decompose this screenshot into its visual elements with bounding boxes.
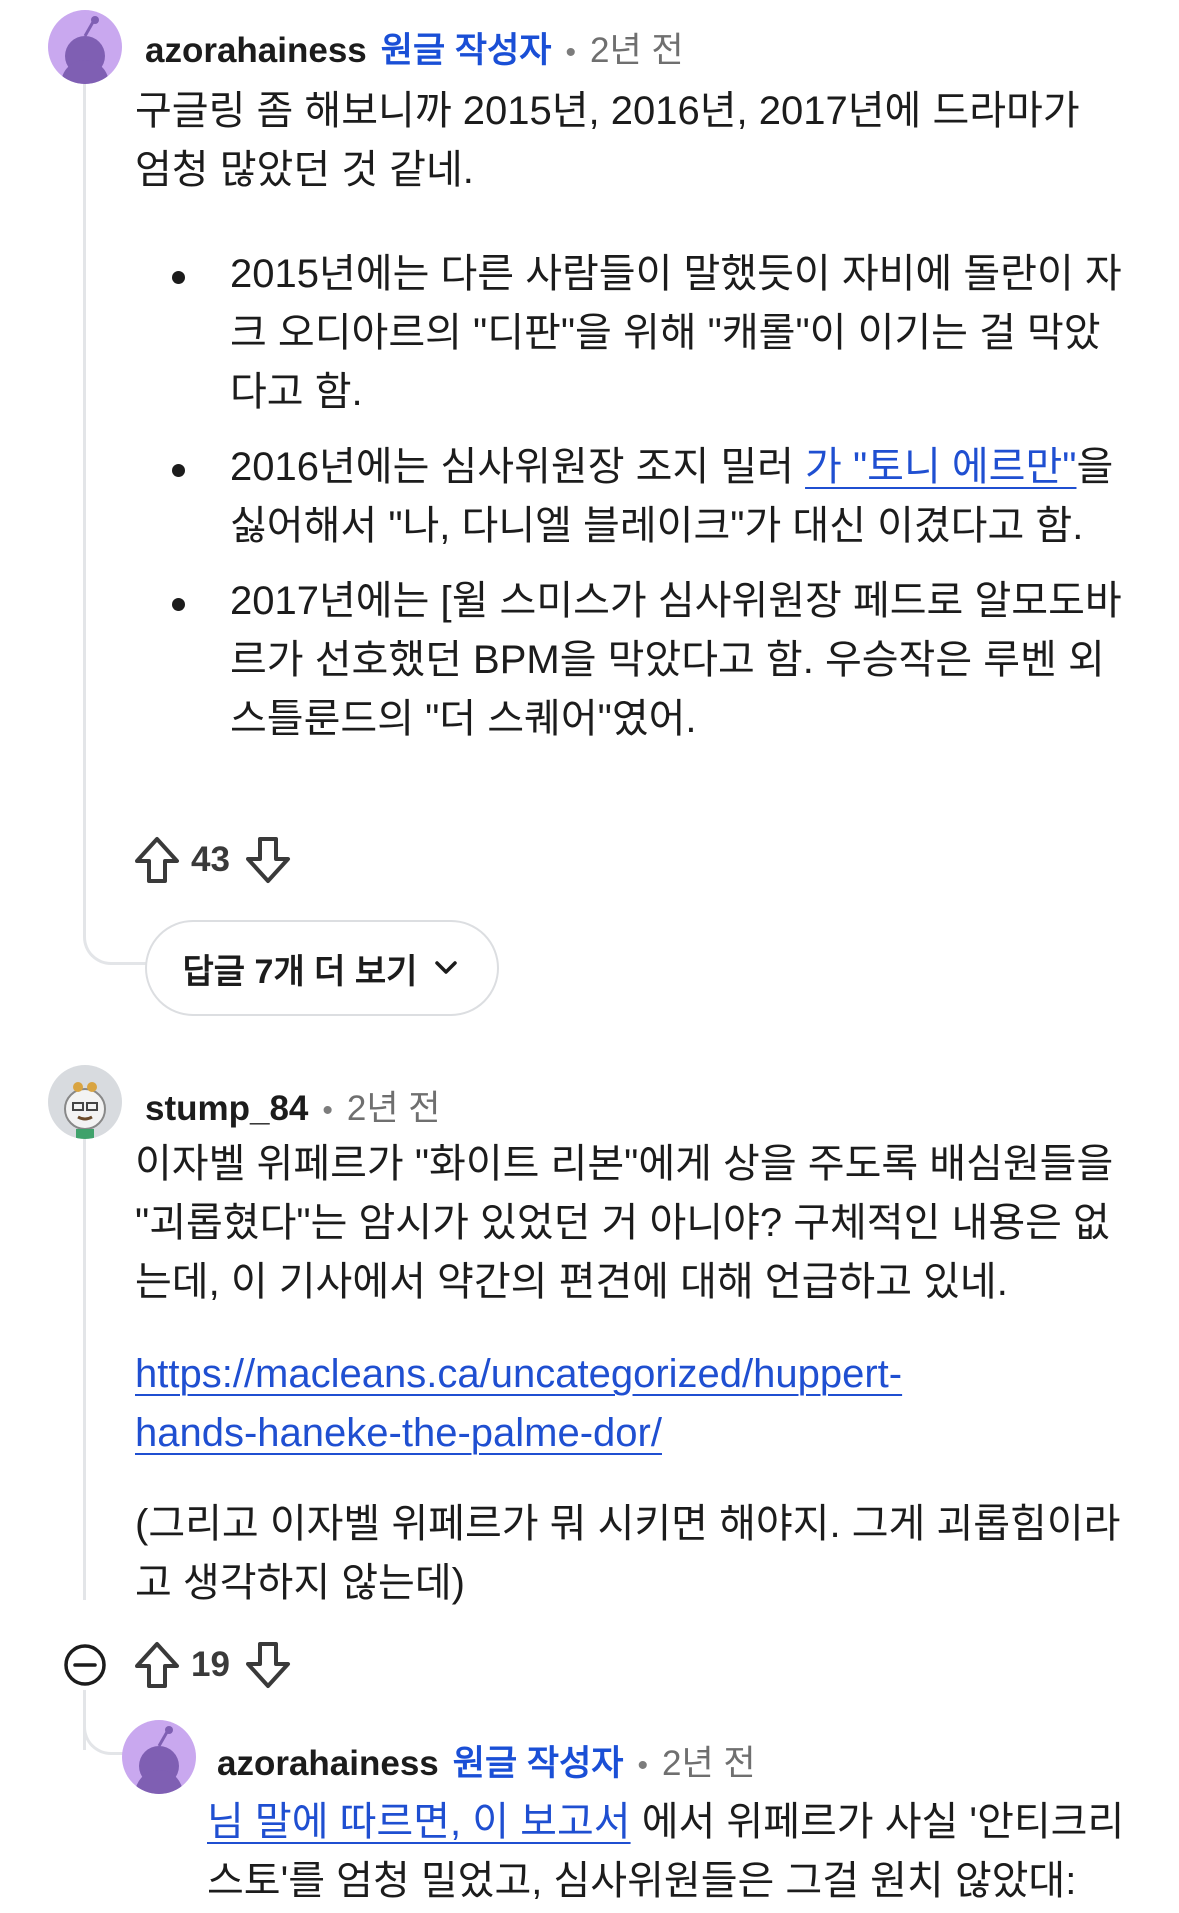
comment-body: 구글링 좀 해보니까 2015년, 2016년, 2017년에 드라마가 엄청 … bbox=[135, 82, 1145, 200]
comment-body: 이자벨 위페르가 "화이트 리본"에게 상을 주도록 배심원들을 "괴롭혔다"는… bbox=[135, 1135, 1140, 1312]
list-item-text: 2017년에는 [윌 스미스가 심사위원장 페드로 알모도바르가 선호했던 BP… bbox=[230, 579, 1122, 741]
vote-count: 43 bbox=[191, 840, 230, 879]
chevron-down-icon bbox=[435, 961, 458, 974]
list-item: 2015년에는 다른 사람들이 말했듯이 자비에 돌란이 자크 오디아르의 "디… bbox=[135, 245, 1135, 422]
vote-bar: 19 bbox=[133, 1640, 292, 1690]
comment-body: 님 말에 따르면, 이 보고서 에서 위페르가 사실 '안티크리스토'를 엄청 … bbox=[207, 1793, 1152, 1911]
comment-meta: stump_84 • 2년 전 bbox=[145, 1080, 441, 1131]
comment-text-line: 엄청 많았던 것 같네. bbox=[135, 148, 474, 192]
snoo-avatar-icon bbox=[64, 1082, 106, 1139]
article-link[interactable]: hands-haneke-the-palme-dor/ bbox=[135, 1411, 662, 1455]
op-badge: 원글 작성자 bbox=[380, 31, 552, 70]
username[interactable]: azorahainess bbox=[217, 1744, 439, 1784]
report-link[interactable]: 님 말에 따르면, 이 보고서 bbox=[207, 1800, 631, 1844]
avatar[interactable] bbox=[122, 1720, 196, 1794]
upvote-icon[interactable] bbox=[133, 835, 181, 885]
timestamp[interactable]: 2년 전 bbox=[662, 1735, 756, 1786]
list-item-text: 2015년에는 다른 사람들이 말했듯이 자비에 돌란이 자크 오디아르의 "디… bbox=[230, 252, 1122, 414]
upvote-icon[interactable] bbox=[133, 1640, 181, 1690]
comment-text: 이자벨 위페르가 "화이트 리본"에게 상을 주도록 배심원들을 "괴롭혔다"는… bbox=[135, 1142, 1114, 1304]
username[interactable]: azorahainess bbox=[145, 31, 367, 71]
list-item-text: 2016년에는 심사위원장 조지 밀러 bbox=[230, 445, 806, 489]
avatar[interactable] bbox=[48, 10, 122, 84]
username[interactable]: stump_84 bbox=[145, 1089, 308, 1129]
more-replies-button[interactable]: 답글 7개 더 보기 bbox=[145, 920, 499, 1016]
list-item: 2016년에는 심사위원장 조지 밀러 가 "토니 에르만"을 싫어해서 "나,… bbox=[135, 438, 1135, 556]
separator-dot: • bbox=[565, 36, 577, 69]
inline-link[interactable]: 가 "토니 에르만" bbox=[805, 445, 1076, 489]
bullet-list: 2015년에는 다른 사람들이 말했듯이 자비에 돌란이 자크 오디아르의 "디… bbox=[135, 245, 1135, 765]
vote-bar: 43 bbox=[133, 835, 292, 885]
list-item: 2017년에는 [윌 스미스가 심사위원장 페드로 알모도바르가 선호했던 BP… bbox=[135, 572, 1135, 749]
vote-count: 19 bbox=[191, 1645, 230, 1684]
collapse-button[interactable] bbox=[63, 1643, 107, 1687]
snoo-avatar-icon bbox=[61, 16, 109, 84]
thread-connector bbox=[83, 1700, 126, 1755]
more-replies-label: 답글 7개 더 보기 bbox=[182, 952, 418, 991]
comment-meta: azorahainess 원글 작성자 • 2년 전 bbox=[145, 22, 684, 73]
comment-text-line: 구글링 좀 해보니까 2015년, 2016년, 2017년에 드라마가 bbox=[135, 89, 1080, 133]
collapse-minus-icon bbox=[64, 1644, 106, 1686]
comment-meta: azorahainess 원글 작성자 • 2년 전 bbox=[217, 1735, 756, 1786]
comment-aside: (그리고 이자벨 위페르가 뭐 시키면 해야지. 그게 괴롭힘이라고 생각하지 … bbox=[135, 1495, 1140, 1613]
op-badge: 원글 작성자 bbox=[452, 1744, 624, 1783]
timestamp[interactable]: 2년 전 bbox=[347, 1080, 441, 1131]
comment-text: (그리고 이자벨 위페르가 뭐 시키면 해야지. 그게 괴롭힘이라고 생각하지 … bbox=[135, 1502, 1121, 1605]
downvote-icon[interactable] bbox=[244, 1640, 292, 1690]
avatar[interactable] bbox=[48, 1065, 122, 1139]
thread-line bbox=[83, 78, 86, 928]
article-link[interactable]: https://macleans.ca/uncategorized/hupper… bbox=[135, 1352, 902, 1396]
downvote-icon[interactable] bbox=[244, 835, 292, 885]
thread-line bbox=[83, 1120, 86, 1600]
timestamp[interactable]: 2년 전 bbox=[590, 22, 684, 73]
separator-dot: • bbox=[322, 1094, 333, 1127]
comment-link-block: https://macleans.ca/uncategorized/hupper… bbox=[135, 1345, 1140, 1463]
snoo-avatar-icon bbox=[135, 1726, 183, 1794]
thread-connector bbox=[83, 900, 148, 965]
separator-dot: • bbox=[637, 1749, 649, 1782]
